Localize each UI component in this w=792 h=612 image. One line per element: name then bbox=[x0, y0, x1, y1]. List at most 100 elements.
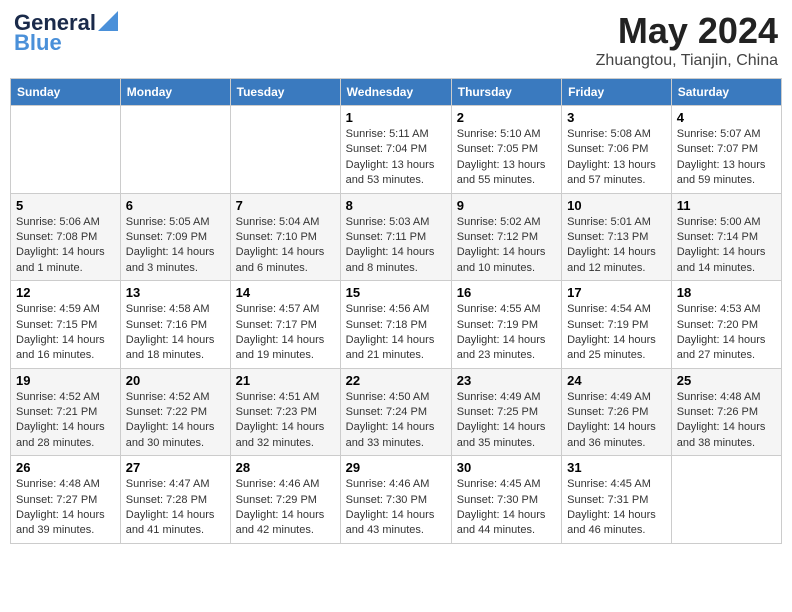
day-info: Sunrise: 5:06 AMSunset: 7:08 PMDaylight:… bbox=[16, 215, 115, 277]
day-number: 11 bbox=[677, 198, 776, 213]
day-number: 1 bbox=[346, 110, 446, 125]
calendar-cell: 2 Sunrise: 5:10 AMSunset: 7:05 PMDaylight… bbox=[451, 106, 561, 194]
logo-icon bbox=[98, 11, 118, 31]
day-info: Sunrise: 4:56 AMSunset: 7:18 PMDaylight:… bbox=[346, 302, 446, 364]
day-info: Sunrise: 4:48 AMSunset: 7:27 PMDaylight:… bbox=[16, 477, 115, 539]
day-number: 29 bbox=[346, 460, 446, 475]
day-info: Sunrise: 5:05 AMSunset: 7:09 PMDaylight:… bbox=[126, 215, 225, 277]
calendar-week-2: 5 Sunrise: 5:06 AMSunset: 7:08 PMDaylight… bbox=[11, 193, 782, 281]
day-info: Sunrise: 4:46 AMSunset: 7:29 PMDaylight:… bbox=[236, 477, 335, 539]
calendar-cell: 10 Sunrise: 5:01 AMSunset: 7:13 PMDayligh… bbox=[562, 193, 672, 281]
day-number: 26 bbox=[16, 460, 115, 475]
calendar-cell: 1 Sunrise: 5:11 AMSunset: 7:04 PMDaylight… bbox=[340, 106, 451, 194]
logo-blue: Blue bbox=[14, 30, 62, 56]
day-number: 5 bbox=[16, 198, 115, 213]
calendar-cell: 28 Sunrise: 4:46 AMSunset: 7:29 PMDayligh… bbox=[230, 456, 340, 544]
day-info: Sunrise: 4:58 AMSunset: 7:16 PMDaylight:… bbox=[126, 302, 225, 364]
day-info: Sunrise: 4:53 AMSunset: 7:20 PMDaylight:… bbox=[677, 302, 776, 364]
day-number: 31 bbox=[567, 460, 666, 475]
day-number: 20 bbox=[126, 373, 225, 388]
calendar-cell: 31 Sunrise: 4:45 AMSunset: 7:31 PMDayligh… bbox=[562, 456, 672, 544]
day-number: 3 bbox=[567, 110, 666, 125]
day-number: 10 bbox=[567, 198, 666, 213]
calendar-cell: 25 Sunrise: 4:48 AMSunset: 7:26 PMDayligh… bbox=[671, 368, 781, 456]
day-number: 6 bbox=[126, 198, 225, 213]
calendar-cell: 29 Sunrise: 4:46 AMSunset: 7:30 PMDayligh… bbox=[340, 456, 451, 544]
day-info: Sunrise: 4:46 AMSunset: 7:30 PMDaylight:… bbox=[346, 477, 446, 539]
day-number: 13 bbox=[126, 285, 225, 300]
calendar-cell: 4 Sunrise: 5:07 AMSunset: 7:07 PMDaylight… bbox=[671, 106, 781, 194]
day-info: Sunrise: 5:07 AMSunset: 7:07 PMDaylight:… bbox=[677, 127, 776, 189]
header-sunday: Sunday bbox=[11, 79, 121, 106]
day-number: 7 bbox=[236, 198, 335, 213]
calendar-week-5: 26 Sunrise: 4:48 AMSunset: 7:27 PMDayligh… bbox=[11, 456, 782, 544]
day-info: Sunrise: 4:52 AMSunset: 7:21 PMDaylight:… bbox=[16, 390, 115, 452]
day-info: Sunrise: 4:52 AMSunset: 7:22 PMDaylight:… bbox=[126, 390, 225, 452]
calendar-cell: 9 Sunrise: 5:02 AMSunset: 7:12 PMDaylight… bbox=[451, 193, 561, 281]
header-saturday: Saturday bbox=[671, 79, 781, 106]
calendar-cell: 14Sunrise: 4:57 AMSunset: 7:17 PMDayligh… bbox=[230, 281, 340, 369]
day-info: Sunrise: 5:08 AMSunset: 7:06 PMDaylight:… bbox=[567, 127, 666, 189]
day-info: Sunrise: 4:59 AMSunset: 7:15 PMDaylight:… bbox=[16, 302, 115, 364]
calendar-table: SundayMondayTuesdayWednesdayThursdayFrid… bbox=[10, 78, 782, 544]
day-info: Sunrise: 4:47 AMSunset: 7:28 PMDaylight:… bbox=[126, 477, 225, 539]
calendar-header-row: SundayMondayTuesdayWednesdayThursdayFrid… bbox=[11, 79, 782, 106]
header-tuesday: Tuesday bbox=[230, 79, 340, 106]
day-info: Sunrise: 5:01 AMSunset: 7:13 PMDaylight:… bbox=[567, 215, 666, 277]
day-info: Sunrise: 5:02 AMSunset: 7:12 PMDaylight:… bbox=[457, 215, 556, 277]
calendar-cell: 27Sunrise: 4:47 AMSunset: 7:28 PMDayligh… bbox=[120, 456, 230, 544]
calendar-cell: 7 Sunrise: 5:04 AMSunset: 7:10 PMDaylight… bbox=[230, 193, 340, 281]
calendar-cell: 16Sunrise: 4:55 AMSunset: 7:19 PMDayligh… bbox=[451, 281, 561, 369]
day-number: 8 bbox=[346, 198, 446, 213]
calendar-cell: 30Sunrise: 4:45 AMSunset: 7:30 PMDayligh… bbox=[451, 456, 561, 544]
calendar-cell: 19 Sunrise: 4:52 AMSunset: 7:21 PMDayligh… bbox=[11, 368, 121, 456]
day-number: 17 bbox=[567, 285, 666, 300]
day-number: 28 bbox=[236, 460, 335, 475]
day-number: 18 bbox=[677, 285, 776, 300]
calendar-cell: 5 Sunrise: 5:06 AMSunset: 7:08 PMDaylight… bbox=[11, 193, 121, 281]
day-number: 9 bbox=[457, 198, 556, 213]
calendar-week-3: 12 Sunrise: 4:59 AMSunset: 7:15 PMDayligh… bbox=[11, 281, 782, 369]
day-info: Sunrise: 5:10 AMSunset: 7:05 PMDaylight:… bbox=[457, 127, 556, 189]
header-friday: Friday bbox=[562, 79, 672, 106]
day-info: Sunrise: 5:11 AMSunset: 7:04 PMDaylight:… bbox=[346, 127, 446, 189]
calendar-cell bbox=[120, 106, 230, 194]
day-number: 12 bbox=[16, 285, 115, 300]
header-wednesday: Wednesday bbox=[340, 79, 451, 106]
header-monday: Monday bbox=[120, 79, 230, 106]
day-number: 2 bbox=[457, 110, 556, 125]
calendar-cell: 3 Sunrise: 5:08 AMSunset: 7:06 PMDaylight… bbox=[562, 106, 672, 194]
day-info: Sunrise: 5:04 AMSunset: 7:10 PMDaylight:… bbox=[236, 215, 335, 277]
calendar-cell: 24 Sunrise: 4:49 AMSunset: 7:26 PMDayligh… bbox=[562, 368, 672, 456]
calendar-cell: 17Sunrise: 4:54 AMSunset: 7:19 PMDayligh… bbox=[562, 281, 672, 369]
day-info: Sunrise: 4:45 AMSunset: 7:31 PMDaylight:… bbox=[567, 477, 666, 539]
day-number: 25 bbox=[677, 373, 776, 388]
page-header: General Blue May 2024 Zhuangtou, Tianjin… bbox=[10, 10, 782, 70]
day-number: 19 bbox=[16, 373, 115, 388]
calendar-cell: 18 Sunrise: 4:53 AMSunset: 7:20 PMDayligh… bbox=[671, 281, 781, 369]
day-info: Sunrise: 4:49 AMSunset: 7:26 PMDaylight:… bbox=[567, 390, 666, 452]
calendar-cell bbox=[230, 106, 340, 194]
day-info: Sunrise: 4:55 AMSunset: 7:19 PMDaylight:… bbox=[457, 302, 556, 364]
day-info: Sunrise: 4:48 AMSunset: 7:26 PMDaylight:… bbox=[677, 390, 776, 452]
day-number: 14 bbox=[236, 285, 335, 300]
day-number: 30 bbox=[457, 460, 556, 475]
day-number: 22 bbox=[346, 373, 446, 388]
calendar-cell: 13 Sunrise: 4:58 AMSunset: 7:16 PMDayligh… bbox=[120, 281, 230, 369]
calendar-cell: 23 Sunrise: 4:49 AMSunset: 7:25 PMDayligh… bbox=[451, 368, 561, 456]
day-number: 4 bbox=[677, 110, 776, 125]
day-number: 24 bbox=[567, 373, 666, 388]
calendar-week-1: 1 Sunrise: 5:11 AMSunset: 7:04 PMDaylight… bbox=[11, 106, 782, 194]
calendar-cell bbox=[11, 106, 121, 194]
calendar-week-4: 19 Sunrise: 4:52 AMSunset: 7:21 PMDayligh… bbox=[11, 368, 782, 456]
day-number: 23 bbox=[457, 373, 556, 388]
calendar-cell: 21Sunrise: 4:51 AMSunset: 7:23 PMDayligh… bbox=[230, 368, 340, 456]
day-info: Sunrise: 4:50 AMSunset: 7:24 PMDaylight:… bbox=[346, 390, 446, 452]
header-thursday: Thursday bbox=[451, 79, 561, 106]
day-info: Sunrise: 4:49 AMSunset: 7:25 PMDaylight:… bbox=[457, 390, 556, 452]
day-info: Sunrise: 5:00 AMSunset: 7:14 PMDaylight:… bbox=[677, 215, 776, 277]
logo: General Blue bbox=[14, 10, 118, 56]
calendar-cell: 6 Sunrise: 5:05 AMSunset: 7:09 PMDaylight… bbox=[120, 193, 230, 281]
calendar-cell: 11 Sunrise: 5:00 AMSunset: 7:14 PMDayligh… bbox=[671, 193, 781, 281]
location-title: Zhuangtou, Tianjin, China bbox=[596, 52, 778, 70]
